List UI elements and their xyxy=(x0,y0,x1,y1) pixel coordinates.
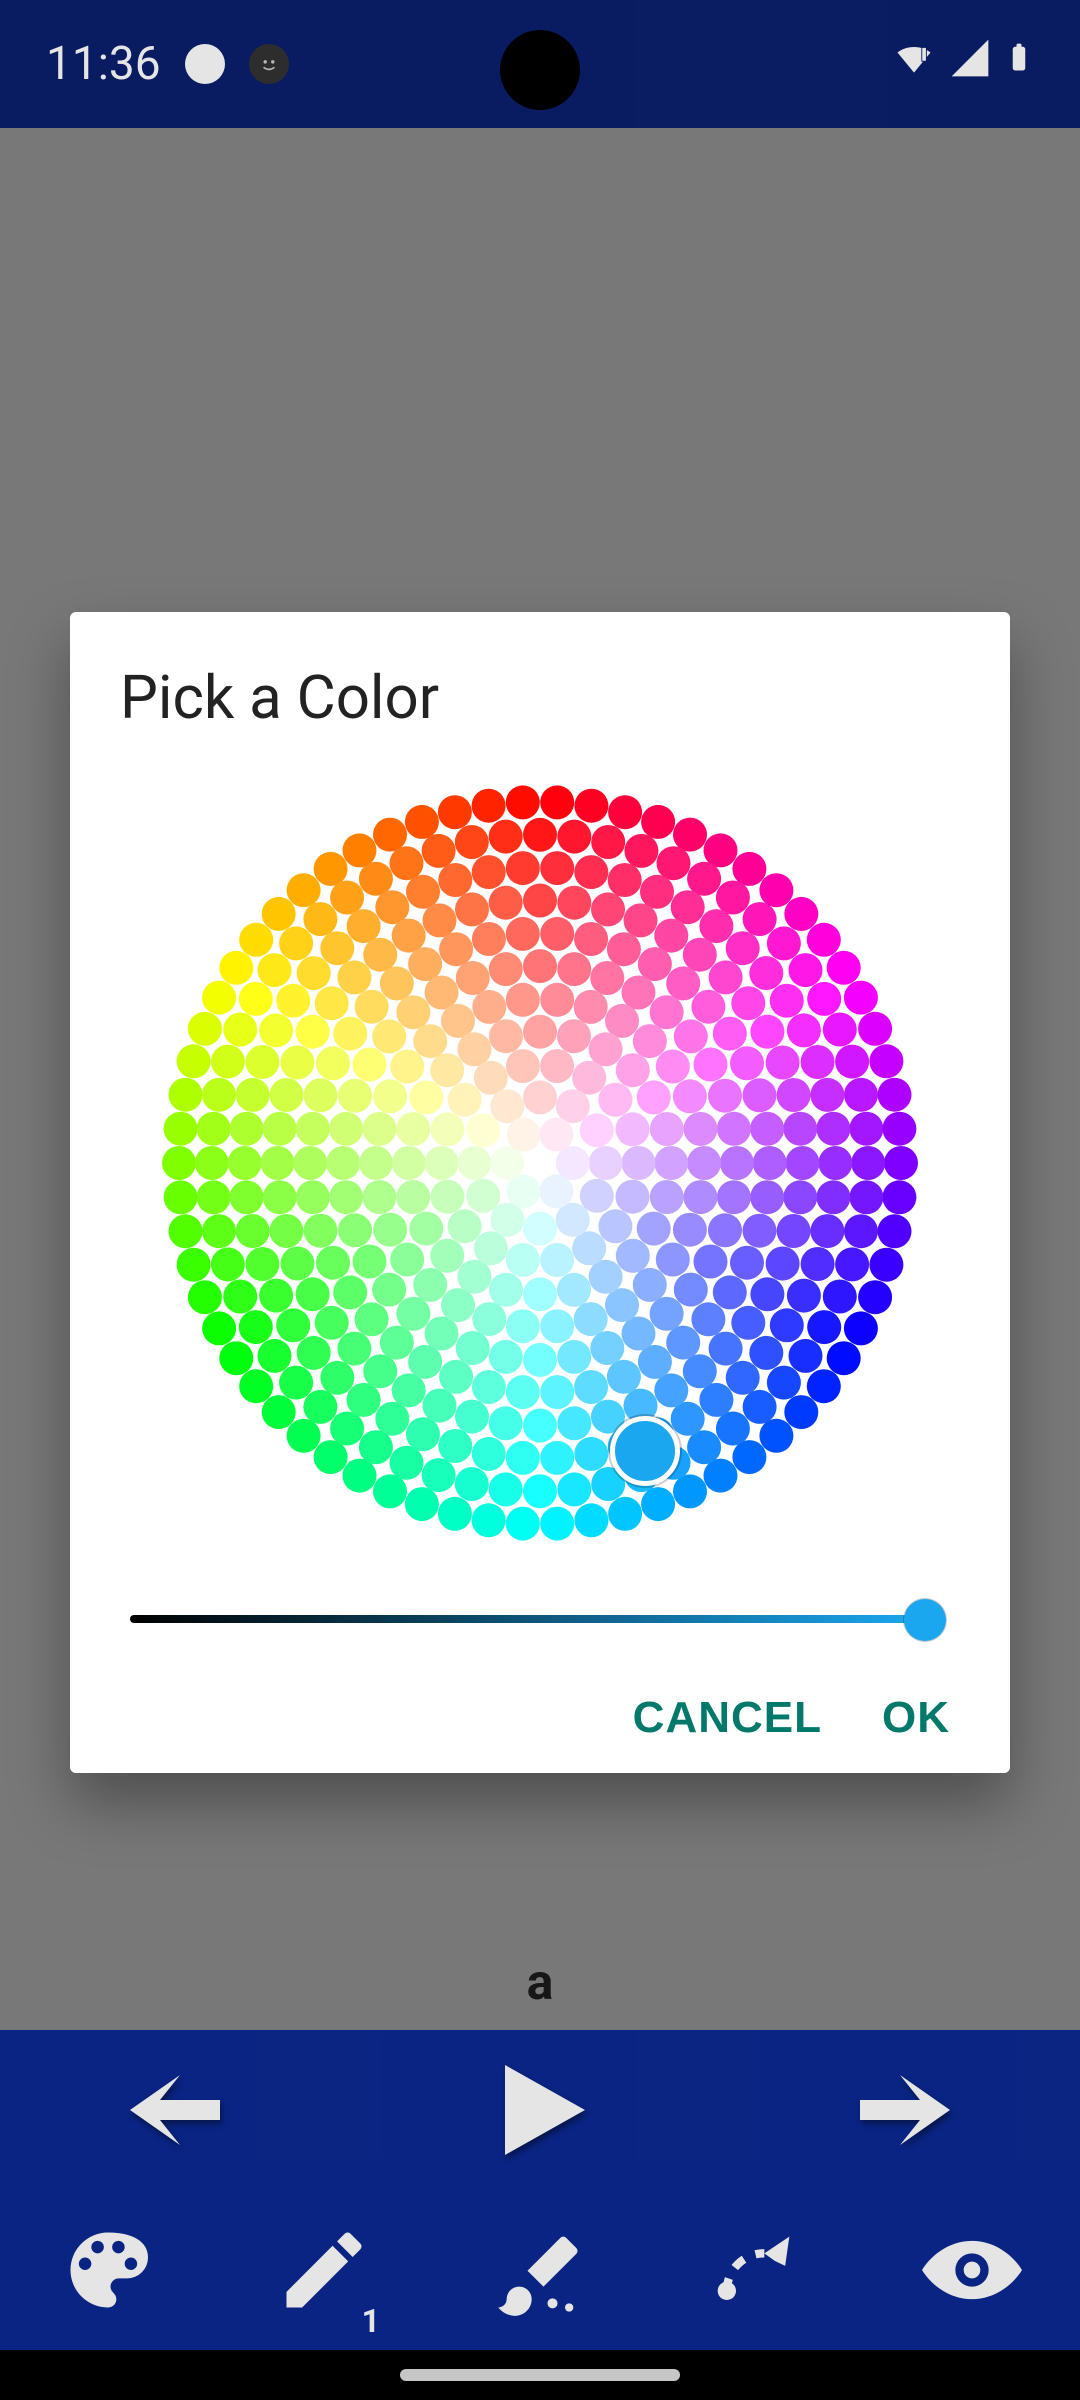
color-wheel[interactable] xyxy=(150,773,930,1553)
color-wheel-selection-icon xyxy=(610,1416,680,1486)
dialog-actions: CANCEL OK xyxy=(120,1663,960,1743)
brightness-slider-thumb[interactable] xyxy=(904,1599,946,1641)
cancel-button[interactable]: CANCEL xyxy=(633,1693,822,1743)
brightness-slider-track xyxy=(130,1615,920,1623)
color-picker-dialog: Pick a Color CANCEL OK xyxy=(70,612,1010,1773)
dialog-title: Pick a Color xyxy=(120,662,960,733)
ok-button[interactable]: OK xyxy=(882,1693,950,1743)
brightness-slider[interactable] xyxy=(130,1593,950,1643)
